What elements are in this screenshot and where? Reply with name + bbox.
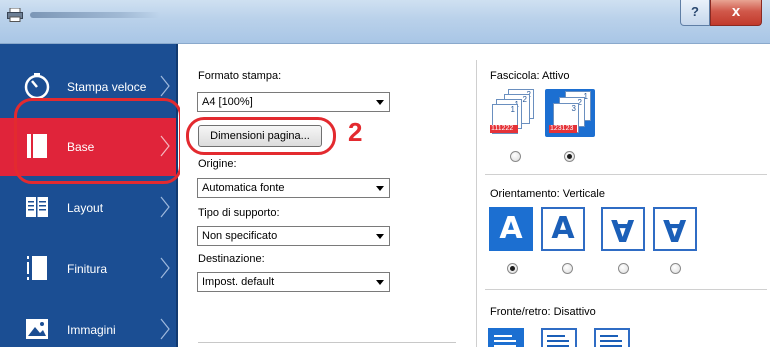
text-line <box>494 335 512 337</box>
fascicola-value: Attivo <box>541 70 570 82</box>
collate-strip: 111222 <box>490 125 518 133</box>
formato-stampa-value: A4 [100%] <box>202 96 253 108</box>
formato-stampa-label: Formato stampa: <box>198 70 282 82</box>
orientation-landscape-radio[interactable] <box>562 263 573 274</box>
finishing-icon <box>27 256 47 280</box>
landscape-rotated-glyph: A <box>663 212 687 247</box>
dropdown-arrow-icon <box>376 186 384 191</box>
window-titlebar: ? x <box>0 0 770 44</box>
sidebar-item-label: Stampa veloce <box>67 80 147 94</box>
divider <box>485 174 767 175</box>
collate-off-radio[interactable] <box>510 151 521 162</box>
orientation-landscape-rotated-option[interactable]: A <box>653 207 697 251</box>
text-line <box>494 340 516 342</box>
orientation-portrait-radio[interactable] <box>507 263 518 274</box>
chevron-right-icon <box>160 318 170 340</box>
portrait-glyph: A <box>499 211 523 246</box>
portrait-rotated-glyph: A <box>611 212 635 247</box>
duplex-long-edge-option[interactable] <box>541 328 577 347</box>
destinazione-label: Destinazione: <box>198 253 265 265</box>
text-line <box>547 335 565 337</box>
dropdown-arrow-icon <box>376 100 384 105</box>
close-button[interactable]: x <box>710 0 762 26</box>
fronte-retro-label-text: Fronte/retro: <box>490 306 551 318</box>
sidebar-item-label: Immagini <box>67 323 116 337</box>
image-icon <box>26 319 48 339</box>
help-button[interactable]: ? <box>680 0 710 26</box>
fronte-retro-value: Disattivo <box>553 306 596 318</box>
layout-icon <box>26 197 48 217</box>
fascicola-label-text: Fascicola: <box>490 70 540 82</box>
origine-label: Origine: <box>198 158 237 170</box>
chevron-right-icon <box>160 75 170 97</box>
fascicola-label: Fascicola: Attivo <box>490 70 570 82</box>
fronte-retro-label: Fronte/retro: Disattivo <box>490 306 596 318</box>
tipo-supporto-value: Non specificato <box>202 230 278 242</box>
dimensioni-pagina-button[interactable]: Dimensioni pagina... <box>198 125 322 147</box>
step-callout-number: 2 <box>348 117 363 147</box>
destinazione-select[interactable]: Impost. default <box>197 272 390 292</box>
divider <box>485 289 767 290</box>
base-highlight-outline <box>14 98 182 184</box>
tipo-supporto-select[interactable]: Non specificato <box>197 226 390 246</box>
orientation-landscape-option[interactable]: A <box>541 207 585 251</box>
tipo-supporto-label: Tipo di supporto: <box>198 207 280 219</box>
orientamento-value: Verticale <box>562 188 605 200</box>
chevron-right-icon <box>160 196 170 218</box>
sidebar-item-label: Layout <box>67 201 104 215</box>
sidebar-item-immagini[interactable]: Immagini <box>0 301 176 347</box>
collate-off-option[interactable]: 2 2 1 1 111222 <box>490 89 540 137</box>
vertical-divider <box>476 60 477 347</box>
orientamento-label: Orientamento: Verticale <box>490 188 605 200</box>
chevron-right-icon <box>160 257 170 279</box>
destinazione-value: Impost. default <box>202 276 275 288</box>
formato-stampa-select[interactable]: A4 [100%] <box>197 92 390 112</box>
window-title-blurred <box>30 12 160 18</box>
sidebar-item-finitura[interactable]: Finitura <box>0 240 176 298</box>
duplex-short-edge-option[interactable] <box>594 328 630 347</box>
landscape-glyph: A <box>551 211 575 246</box>
collate-on-option[interactable]: 1 2 3 123123 <box>545 89 595 137</box>
orientation-landscape-rotated-radio[interactable] <box>670 263 681 274</box>
sidebar-item-label: Finitura <box>67 262 108 276</box>
sidebar: Stampa veloce Base Layout Finitura Immag… <box>0 44 178 347</box>
main-panel: Formato stampa: A4 [100%] Dimensioni pag… <box>180 44 770 347</box>
origine-select[interactable]: Automatica fonte <box>197 178 390 198</box>
orientamento-label-text: Orientamento: <box>490 188 560 200</box>
text-line <box>600 340 622 342</box>
printer-icon <box>7 8 23 22</box>
collate-strip: 123123 <box>549 125 577 133</box>
orientation-portrait-option[interactable]: A <box>489 207 533 251</box>
text-line <box>600 335 618 337</box>
divider <box>198 342 456 343</box>
text-line <box>547 340 569 342</box>
sidebar-item-layout[interactable]: Layout <box>0 179 176 237</box>
dropdown-arrow-icon <box>376 234 384 239</box>
dropdown-arrow-icon <box>376 280 384 285</box>
origine-value: Automatica fonte <box>202 182 285 194</box>
gauge-icon <box>24 73 50 99</box>
orientation-portrait-rotated-option[interactable]: A <box>601 207 645 251</box>
duplex-off-option[interactable] <box>488 328 524 347</box>
collate-on-radio[interactable] <box>564 151 575 162</box>
orientation-portrait-rotated-radio[interactable] <box>618 263 629 274</box>
